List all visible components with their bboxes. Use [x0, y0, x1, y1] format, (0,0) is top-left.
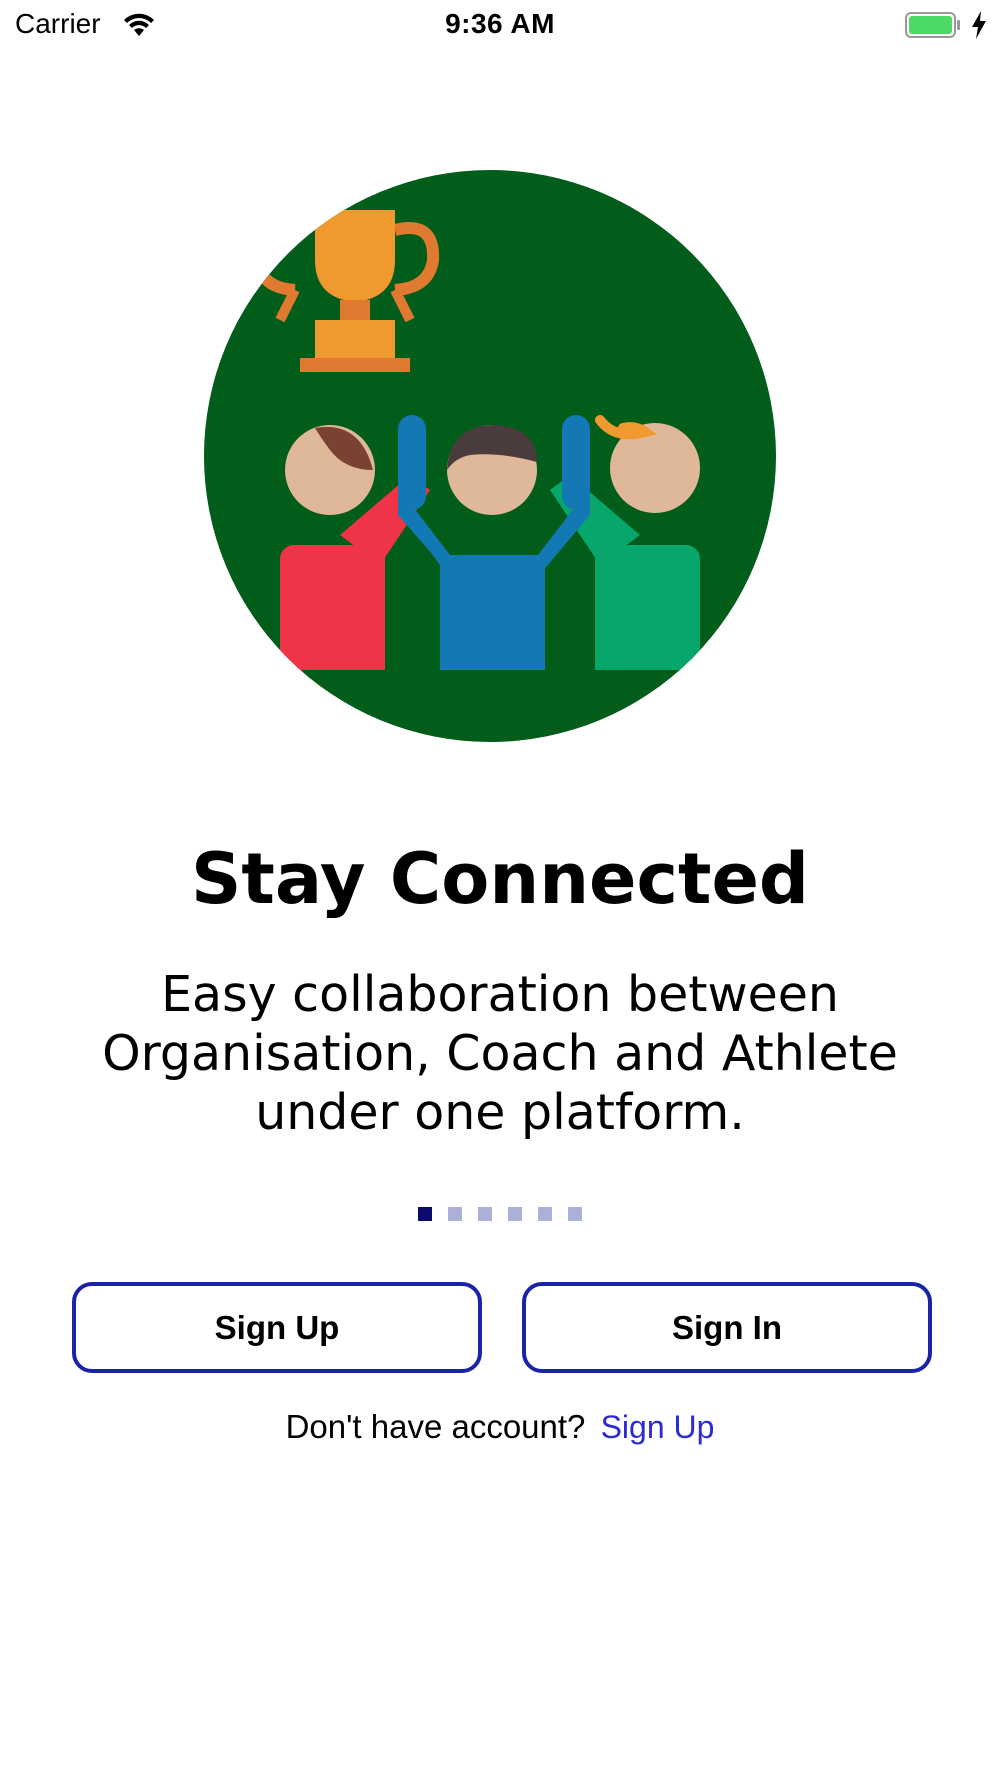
signup-prompt-text: Don't have account? [285, 1408, 586, 1445]
onboarding-title: Stay Connected [190, 838, 810, 920]
page-indicator-dot-1[interactable] [418, 1207, 432, 1221]
page-indicator-dot-6[interactable] [568, 1207, 582, 1221]
onboarding-screen: Carrier 9:36 AM Stay Connected Easy coll… [0, 0, 1000, 1778]
signup-prompt: Don't have account? Sign Up [0, 1408, 1000, 1446]
page-indicator-dot-2[interactable] [448, 1207, 462, 1221]
battery-icon [905, 12, 960, 38]
onboarding-subtitle: Easy collaboration between Organisation,… [102, 966, 898, 1141]
sign-up-link[interactable]: Sign Up [601, 1409, 715, 1445]
page-indicator-dot-4[interactable] [508, 1207, 522, 1221]
team-trophy-illustration [204, 170, 776, 742]
sign-in-button[interactable]: Sign In [522, 1282, 932, 1373]
page-indicator-dot-5[interactable] [538, 1207, 552, 1221]
charging-bolt-icon [972, 11, 986, 39]
page-indicator-dot-3[interactable] [478, 1207, 492, 1221]
status-time: 9:36 AM [445, 8, 555, 39]
sign-up-button[interactable]: Sign Up [72, 1282, 482, 1373]
status-bar: Carrier 9:36 AM [0, 0, 1000, 50]
page-indicator[interactable] [0, 1207, 1000, 1221]
